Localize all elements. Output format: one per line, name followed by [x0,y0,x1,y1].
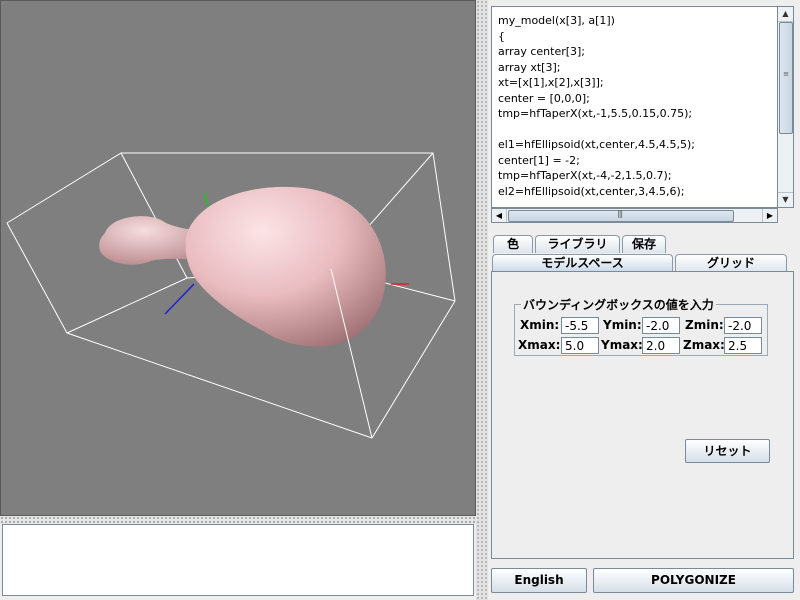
code-text[interactable]: my_model(x[3], a[1]) { array center[3]; arr… [498,13,771,199]
code-line: center = [0,0,0]; [498,91,590,105]
axis-z [164,283,195,315]
grip-icon: ||| [617,209,623,218]
tab-save[interactable]: 保存 [622,235,666,253]
tab-grid[interactable]: グリッド [675,254,787,272]
zmin-label: Zmin: [685,318,724,332]
zmax-label: Zmax: [683,338,725,352]
english-button[interactable]: English [491,568,587,593]
code-line: el2=hfEllipsoid(xt,center,3,4.5,6); [498,184,685,198]
polygonize-button[interactable]: POLYGONIZE [593,568,794,593]
code-line: { [498,29,505,43]
code-line: tmp=hfTaperX(xt,-4,-2,1.5,0.7); [498,169,672,182]
vertical-splitter[interactable] [476,0,488,600]
ymax-label: Ymax: [601,338,643,352]
tab-library[interactable]: ライブラリ [535,235,620,253]
horizontal-scroll-thumb[interactable]: ||| [508,209,734,222]
arrow-down-icon[interactable]: ▼ [778,192,793,207]
code-editor[interactable]: my_model(x[3], a[1]) { array center[3]; arr… [491,6,778,208]
code-horizontal-scrollbar[interactable]: ◀ ||| ▶ [491,208,778,223]
grip-icon: ≡ [783,70,789,78]
code-line: my_model(x[3], a[1]) [498,14,615,27]
code-line: el1=hfEllipsoid(xt,center,4.5,4.5,5); [498,138,695,151]
ymin-label: Ymin: [603,318,642,332]
code-vertical-scrollbar[interactable]: ▲ ≡ ▼ [778,6,794,208]
xmax-field[interactable] [561,337,599,354]
vertical-scroll-thumb[interactable]: ≡ [779,22,793,134]
code-line: array center[3]; [498,45,586,58]
arrow-right-icon[interactable]: ▶ [762,209,777,222]
console-output[interactable] [2,524,474,596]
tab-model-space[interactable]: モデルスペース [492,254,673,272]
zmin-field[interactable] [724,317,762,334]
arrow-up-icon[interactable]: ▲ [778,7,793,22]
zmax-field[interactable] [724,337,762,354]
xmin-label: Xmin: [520,318,560,332]
model-main-body [185,186,386,347]
bounding-box-title: バウンディングボックスの値を入力 [521,296,716,313]
xmax-label: Xmax: [518,338,561,352]
code-line: tmp=hfTaperX(xt,-1,5.5,0.15,0.75); [498,107,693,120]
code-line: array xt[3]; [498,60,561,74]
code-line: xt=[x[1],x[2],x[3]]; [498,76,604,89]
bounding-box-group: バウンディングボックスの値を入力 Xmin: Ymin: Zmin: Xmax:… [514,296,768,356]
xmin-field[interactable] [561,317,599,334]
ymin-field[interactable] [642,317,680,334]
model-render [6,152,456,439]
code-line: center[1] = -2; [498,153,580,167]
horizontal-splitter[interactable] [0,516,478,524]
tab-color[interactable]: 色 [493,235,533,253]
arrow-left-icon[interactable]: ◀ [492,209,507,222]
reset-button[interactable]: リセット [685,439,770,463]
3d-viewport[interactable] [0,0,476,516]
ymax-field[interactable] [642,337,680,354]
